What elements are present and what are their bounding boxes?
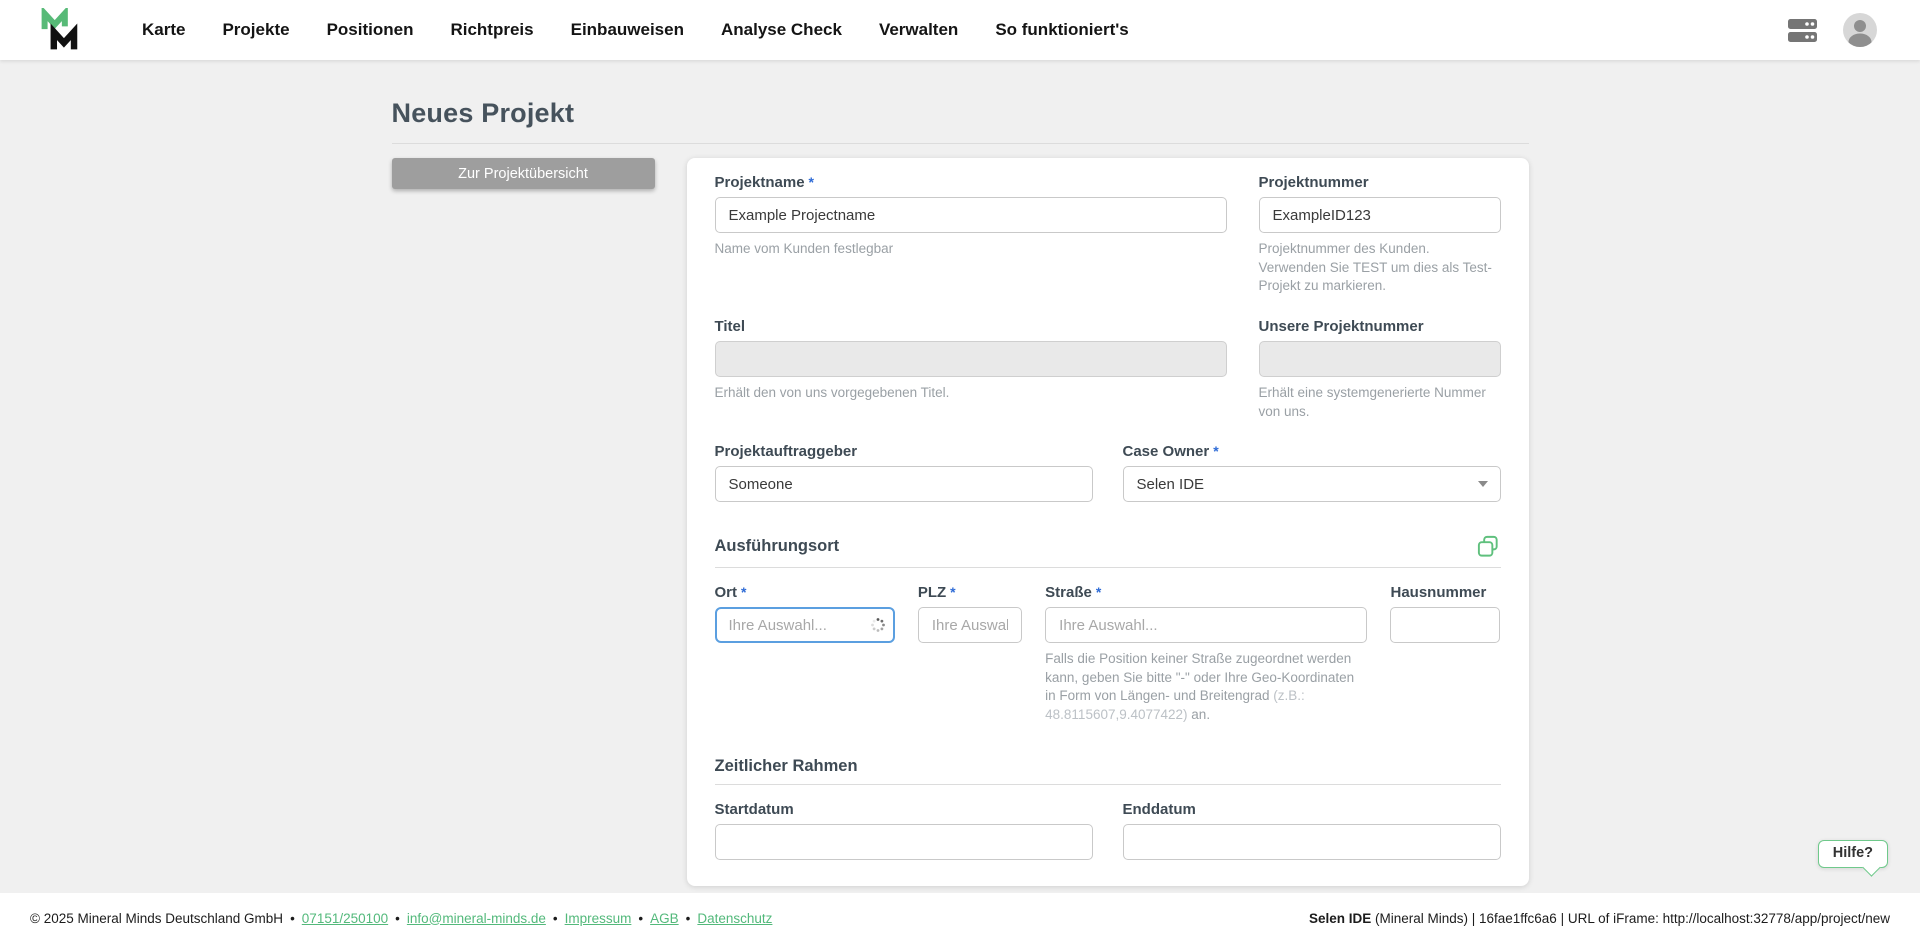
field-enddatum: Enddatum <box>1123 801 1501 860</box>
title-divider <box>392 143 1529 144</box>
section-zeitlicher-rahmen: Zeitlicher Rahmen <box>715 757 1501 785</box>
user-avatar-icon[interactable] <box>1842 12 1878 48</box>
field-projektnummer: Projektnummer Projektnummer des Kunden. … <box>1259 174 1501 296</box>
field-titel: Titel Erhält den von uns vorgegebenen Ti… <box>715 318 1227 421</box>
nav-item-karte[interactable]: Karte <box>142 20 185 40</box>
app-logo[interactable] <box>40 8 86 52</box>
ausfuehrungsort-title: Ausführungsort <box>715 537 840 556</box>
hilfe-label: Hilfe? <box>1833 845 1873 861</box>
nav-item-analyse-check[interactable]: Analyse Check <box>721 20 842 40</box>
ort-input[interactable] <box>715 607 895 643</box>
nav-item-einbauweisen[interactable]: Einbauweisen <box>571 20 684 40</box>
footer-link-agb[interactable]: AGB <box>650 911 679 926</box>
titel-label: Titel <box>715 318 746 335</box>
separator-dot: • <box>553 911 558 926</box>
footer-link-impressum[interactable]: Impressum <box>565 911 632 926</box>
project-form-card: Projektname * Name vom Kunden festlegbar… <box>687 158 1529 886</box>
projektname-label: Projektname <box>715 174 805 191</box>
nav-item-verwalten[interactable]: Verwalten <box>879 20 958 40</box>
plz-input[interactable] <box>918 607 1022 643</box>
footer: © 2025 Mineral Minds Deutschland GmbH • … <box>0 893 1920 943</box>
required-asterisk: * <box>950 584 955 600</box>
titel-help: Erhält den von uns vorgegebenen Titel. <box>715 384 1227 403</box>
field-projektauftraggeber: Projektauftraggeber <box>715 443 1093 502</box>
nav-item-projekte[interactable]: Projekte <box>222 20 289 40</box>
enddatum-input[interactable] <box>1123 824 1501 860</box>
projektauftraggeber-label: Projektauftraggeber <box>715 443 858 460</box>
projektname-input[interactable] <box>715 197 1227 233</box>
nav-item-richtpreis[interactable]: Richtpreis <box>450 20 533 40</box>
chevron-down-icon <box>1478 481 1488 487</box>
page-title: Neues Projekt <box>392 98 1529 129</box>
hilfe-button[interactable]: Hilfe? <box>1818 840 1888 868</box>
session-details: (Mineral Minds) | 16fae1ffc6a6 | URL of … <box>1371 911 1890 926</box>
startdatum-label: Startdatum <box>715 801 794 818</box>
case-owner-select[interactable]: Selen IDE <box>1123 466 1501 502</box>
strasse-label: Straße <box>1045 584 1092 601</box>
separator-dot: • <box>686 911 691 926</box>
startdatum-input[interactable] <box>715 824 1093 860</box>
field-hausnummer: Hausnummer <box>1390 584 1500 725</box>
hausnummer-input[interactable] <box>1390 607 1500 643</box>
mineral-minds-logo-icon <box>40 8 86 52</box>
nav-item-positionen[interactable]: Positionen <box>327 20 414 40</box>
main-nav: Karte Projekte Positionen Richtpreis Ein… <box>142 20 1129 40</box>
main-content: Neues Projekt Zur Projektübersicht Proje… <box>0 60 1920 893</box>
top-nav: Karte Projekte Positionen Richtpreis Ein… <box>0 0 1920 60</box>
unsere-projektnummer-input <box>1259 341 1501 377</box>
plz-label: PLZ <box>918 584 946 601</box>
ort-label: Ort <box>715 584 738 601</box>
zeitlicher-rahmen-title: Zeitlicher Rahmen <box>715 757 858 776</box>
copyright-text: © 2025 Mineral Minds Deutschland GmbH <box>30 911 283 926</box>
enddatum-label: Enddatum <box>1123 801 1196 818</box>
titel-input <box>715 341 1227 377</box>
required-asterisk: * <box>1213 443 1218 459</box>
session-user: Selen IDE <box>1309 911 1371 926</box>
field-unsere-projektnummer: Unsere Projektnummer Erhält eine systemg… <box>1259 318 1501 421</box>
copy-icon[interactable] <box>1476 534 1501 559</box>
section-ausfuehrungsort: Ausführungsort <box>715 534 1501 568</box>
strasse-help: Falls die Position keiner Straße zugeord… <box>1045 650 1367 725</box>
unsere-projektnummer-help: Erhält eine systemgenerierte Nummer von … <box>1259 384 1501 421</box>
nav-item-so-funktionierts[interactable]: So funktioniert's <box>995 20 1128 40</box>
required-asterisk: * <box>1096 584 1101 600</box>
nav-right-actions <box>1787 12 1878 48</box>
field-projektname: Projektname * Name vom Kunden festlegbar <box>715 174 1227 296</box>
field-ort: Ort * <box>715 584 895 725</box>
zur-projektuebersicht-button[interactable]: Zur Projektübersicht <box>392 158 655 189</box>
projektname-help: Name vom Kunden festlegbar <box>715 240 1227 259</box>
field-plz: PLZ * <box>918 584 1022 725</box>
projektauftraggeber-input[interactable] <box>715 466 1093 502</box>
projektnummer-help: Projektnummer des Kunden. Verwenden Sie … <box>1259 240 1501 296</box>
session-info: Selen IDE (Mineral Minds) | 16fae1ffc6a6… <box>1309 911 1890 926</box>
loading-spinner-icon <box>870 617 886 633</box>
strasse-input[interactable] <box>1045 607 1367 643</box>
case-owner-value: Selen IDE <box>1137 476 1205 493</box>
hausnummer-label: Hausnummer <box>1390 584 1486 601</box>
field-case-owner: Case Owner * Selen IDE <box>1123 443 1501 502</box>
footer-link-email[interactable]: info@mineral-minds.de <box>407 911 546 926</box>
projektnummer-label: Projektnummer <box>1259 174 1369 191</box>
separator-dot: • <box>290 911 295 926</box>
required-asterisk: * <box>809 174 814 190</box>
server-icon[interactable] <box>1787 17 1818 44</box>
field-startdatum: Startdatum <box>715 801 1093 860</box>
case-owner-label: Case Owner <box>1123 443 1210 460</box>
footer-link-phone[interactable]: 07151/250100 <box>302 911 388 926</box>
footer-link-datenschutz[interactable]: Datenschutz <box>697 911 772 926</box>
footer-links: © 2025 Mineral Minds Deutschland GmbH • … <box>30 911 772 926</box>
required-asterisk: * <box>741 584 746 600</box>
projektnummer-input[interactable] <box>1259 197 1501 233</box>
field-strasse: Straße * Falls die Position keiner Straß… <box>1045 584 1367 725</box>
separator-dot: • <box>395 911 400 926</box>
unsere-projektnummer-label: Unsere Projektnummer <box>1259 318 1424 335</box>
separator-dot: • <box>638 911 643 926</box>
